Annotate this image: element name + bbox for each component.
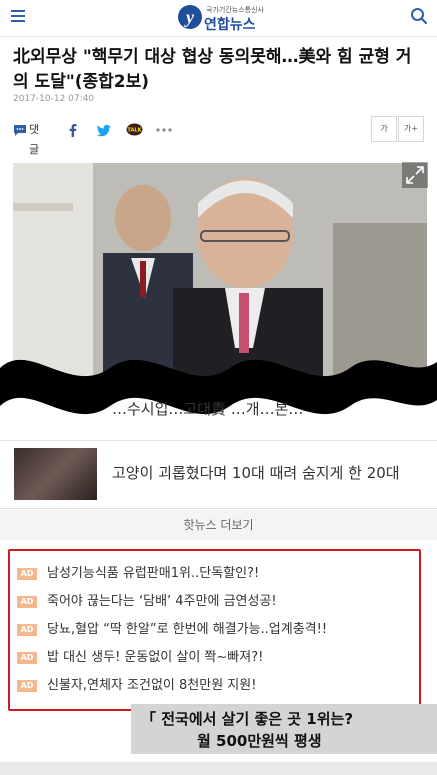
hotnews-more-button[interactable]: 핫뉴스 더보기	[0, 510, 437, 540]
row-divider	[0, 508, 437, 509]
kakaotalk-label: TALK	[128, 128, 143, 134]
logo-text: 연합뉴스	[204, 17, 256, 33]
row-divider	[0, 440, 437, 441]
ad-text: 남성기능식품 유럽판매1위..단독할인?!	[47, 566, 260, 581]
search-icon[interactable]	[409, 6, 429, 26]
ad-badge: AD	[17, 680, 37, 692]
comment-label[interactable]: 댓글	[29, 120, 39, 156]
ad-badge: AD	[17, 652, 37, 664]
ad-text: 신불자,연체자 조건없이 8천만원 지원!	[47, 678, 257, 693]
site-logo[interactable]: y 국가기간뉴스통신사 연합뉴스	[178, 3, 288, 33]
logo-mark: y	[178, 5, 202, 29]
menu-icon[interactable]	[11, 10, 25, 22]
facebook-icon[interactable]	[68, 120, 78, 140]
story-thumbnail[interactable]	[14, 448, 97, 500]
twitter-icon[interactable]	[96, 120, 112, 140]
font-size-increase-button[interactable]: 가+	[398, 116, 424, 142]
kakaotalk-icon[interactable]: TALK	[126, 120, 143, 140]
more-icon[interactable]	[156, 120, 172, 140]
comment-icon[interactable]	[13, 120, 27, 140]
ad-text: 밥 대신 생두! 운동없이 살이 쫙~빠져?!	[47, 650, 264, 665]
ad-badge: AD	[17, 568, 37, 580]
banner-subline: 월 500만원씩 평생	[197, 732, 322, 750]
ad-list: AD 남성기능식품 유럽판매1위..단독할인?! AD 죽어야 끊는다는 ‘담배…	[8, 549, 421, 711]
top-header: y 국가기간뉴스통신사 연합뉴스	[0, 0, 437, 37]
expand-photo-icon[interactable]	[402, 162, 428, 188]
ad-badge: AD	[17, 596, 37, 608]
banner-headline: 「 전국에서 살기 좋은 곳 1위는?	[141, 710, 354, 728]
ad-badge: AD	[17, 624, 37, 636]
article-date: 2017-10-12 07:40	[13, 94, 95, 104]
partial-story-title[interactable]: …수시입…고대責 …개…본…	[112, 398, 303, 419]
ad-text: 당뇨,혈압 “딱 한알”로 한번에 해결가능..업계충격!!	[47, 622, 328, 637]
bottom-ad-banner[interactable]: 「 전국에서 살기 좋은 곳 1위는? 월 500만원씩 평생	[131, 704, 437, 754]
font-size-decrease-button[interactable]: 가	[371, 116, 397, 142]
bottom-strip	[0, 762, 437, 775]
article-headline: 北외무상 "핵무기 대상 협상 동의못해…美와 힘 균형 거의 도달"(종합2보…	[13, 47, 412, 92]
story-title[interactable]: 고양이 괴롭혔다며 10대 때려 숨지게 한 20대	[112, 462, 400, 483]
ad-text: 죽어야 끊는다는 ‘담배’ 4주만에 금연성공!	[47, 594, 277, 609]
